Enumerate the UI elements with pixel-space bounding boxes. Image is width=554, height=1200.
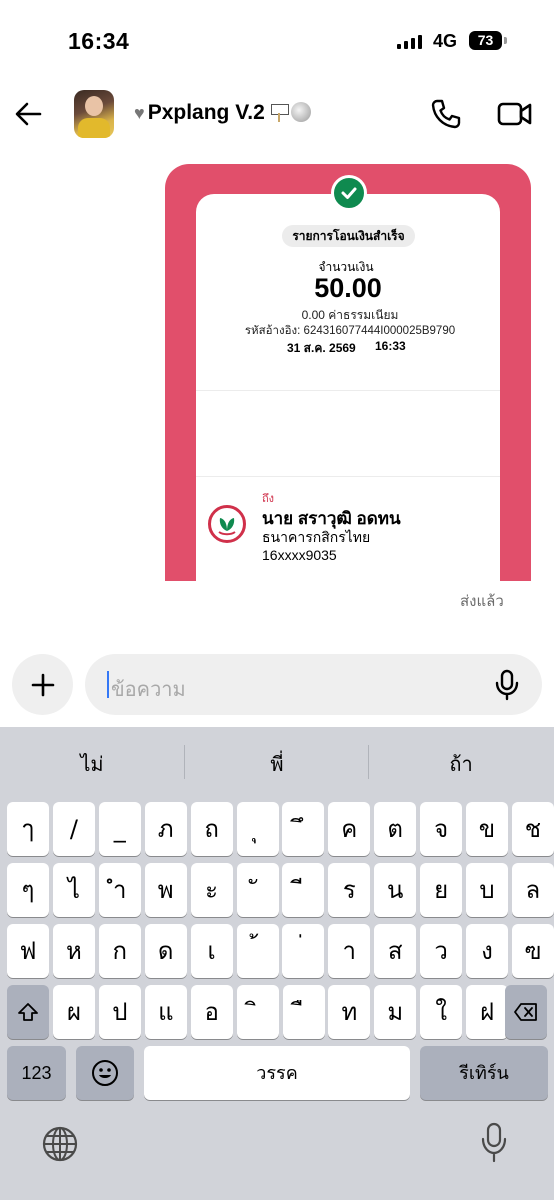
phone-icon[interactable] (430, 98, 462, 130)
key-row4-7[interactable]: ม (374, 985, 417, 1039)
key-row4-8[interactable]: ใ (420, 985, 463, 1039)
key-row3-8[interactable]: ส (374, 924, 417, 978)
suggestion-3[interactable]: ถ้า (381, 748, 541, 780)
key-row1-11[interactable]: ช (511, 802, 554, 856)
key-row2-4[interactable]: ะ (190, 863, 233, 917)
key-row2-5[interactable]: ั (236, 863, 279, 917)
key-row1-3[interactable]: ภ (144, 802, 187, 856)
contact-name-text: Pxplang V.2 (147, 101, 265, 124)
key-row3-5[interactable]: ้ (236, 924, 279, 978)
key-row3-4[interactable]: เ (190, 924, 233, 978)
battery-icon: 73 (469, 31, 502, 50)
text-cursor (107, 671, 109, 698)
shift-icon (18, 1003, 38, 1021)
key-row1-9[interactable]: จ (420, 802, 463, 856)
key-row1-4[interactable]: ถ (190, 802, 233, 856)
key-row3-10[interactable]: ง (466, 924, 508, 978)
key-row2-7[interactable]: ร (328, 863, 371, 917)
transfer-time: 16:33 (375, 339, 406, 353)
message-sent-status: ส่งแล้ว (460, 593, 504, 610)
key-row1-5[interactable]: ุ (236, 802, 279, 856)
key-row2-8[interactable]: น (374, 863, 417, 917)
suggestion-divider (368, 745, 369, 779)
key-row3-9[interactable]: ว (420, 924, 463, 978)
key-row4-4[interactable]: ิ (236, 985, 279, 1039)
slip-divider (196, 390, 500, 391)
microphone-icon[interactable] (493, 669, 521, 701)
suggestion-1[interactable]: ไม่ (12, 748, 172, 780)
key-row4-1[interactable]: ป (98, 985, 141, 1039)
kasikorn-bank-logo-icon (208, 505, 246, 543)
key-row2-11[interactable]: ล (511, 863, 554, 917)
video-camera-icon[interactable] (497, 100, 533, 128)
sign-icon (270, 102, 289, 122)
slip-divider (196, 476, 500, 477)
key-row3-3[interactable]: ด (144, 924, 187, 978)
key-row1-7[interactable]: ค (328, 802, 371, 856)
key-row3-2[interactable]: ก (98, 924, 141, 978)
heart-icon: ♥ (134, 103, 145, 123)
key-row1-10[interactable]: ข (466, 802, 508, 856)
delete-key[interactable] (505, 985, 547, 1039)
key-row4-2[interactable]: แ (144, 985, 187, 1039)
key-row2-9[interactable]: ย (420, 863, 463, 917)
recipient-account: 16xxxx9035 (262, 547, 337, 563)
numbers-key[interactable]: 123 (7, 1046, 66, 1100)
key-row4-0[interactable]: ผ (53, 985, 95, 1039)
key-row4-9[interactable]: ฝ (466, 985, 509, 1039)
key-row1-1[interactable]: / (52, 802, 95, 856)
chat-header: ♥ Pxplang V.2 (0, 80, 554, 150)
contact-name[interactable]: ♥ Pxplang V.2 (134, 101, 311, 125)
key-row2-10[interactable]: บ (466, 863, 508, 917)
key-row3-6[interactable]: ่ (282, 924, 325, 978)
dictation-mic-icon[interactable] (480, 1122, 508, 1164)
backspace-icon (514, 1003, 537, 1021)
key-row2-3[interactable]: พ (144, 863, 187, 917)
avatar[interactable] (74, 90, 114, 138)
key-row3-7[interactable]: า (328, 924, 371, 978)
key-row1-0[interactable]: ๅ (7, 802, 49, 856)
signal-strength-icon (397, 35, 422, 49)
network-type: 4G (433, 31, 458, 51)
success-check-icon (331, 175, 367, 211)
globe-icon[interactable] (41, 1125, 79, 1163)
recipient-bank: ธนาคารกสิกรไทย (262, 529, 371, 545)
emoji-icon (92, 1060, 118, 1086)
key-row3-0[interactable]: ฟ (7, 924, 49, 978)
key-row1-6[interactable]: ึ (282, 802, 325, 856)
key-row3-11[interactable]: ฃ (511, 924, 554, 978)
return-key[interactable]: รีเทิร์น (420, 1046, 548, 1100)
key-row1-2[interactable]: _ (98, 802, 141, 856)
transfer-amount: 50.00 (314, 273, 382, 303)
plus-icon (31, 673, 54, 696)
key-row4-3[interactable]: อ (190, 985, 233, 1039)
transfer-status: รายการโอนเงินสำเร็จ (282, 225, 415, 247)
shift-key[interactable] (7, 985, 49, 1039)
battery-tip (504, 37, 507, 44)
emoji-key[interactable] (76, 1046, 134, 1100)
reference-number: รหัสอ้างอิง: 624316077444I000025B9790 (244, 325, 456, 337)
key-row3-1[interactable]: ห (52, 924, 95, 978)
key-row2-2[interactable]: ำ (98, 863, 141, 917)
status-bar: 16:34 4G 73 (0, 0, 554, 80)
key-row4-6[interactable]: ท (328, 985, 371, 1039)
key-row2-1[interactable]: ไ (52, 863, 95, 917)
key-row1-8[interactable]: ต (374, 802, 417, 856)
key-row2-6[interactable]: ี (282, 863, 325, 917)
status-time: 16:34 (68, 28, 130, 54)
disco-ball-icon (290, 102, 311, 122)
suggestion-divider (184, 745, 185, 779)
suggestion-2[interactable]: พี่ (197, 748, 357, 780)
message-placeholder: ข้อความ (111, 679, 186, 701)
space-key[interactable]: วรรค (144, 1046, 410, 1100)
transfer-date: 31 ส.ค. 2569 (287, 341, 356, 355)
add-attachment-button[interactable] (12, 654, 73, 715)
back-arrow-icon[interactable] (14, 100, 42, 128)
key-row2-0[interactable]: ๆ (7, 863, 49, 917)
key-row4-5[interactable]: ื (282, 985, 325, 1039)
